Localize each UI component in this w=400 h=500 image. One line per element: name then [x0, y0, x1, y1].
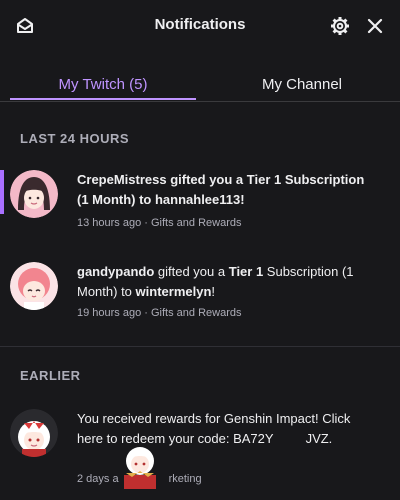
meta-text: 2 days a	[77, 473, 119, 485]
close-icon[interactable]	[363, 14, 387, 38]
gear-icon[interactable]	[328, 14, 352, 38]
avatar	[10, 262, 58, 310]
active-tab-indicator	[10, 98, 196, 100]
sender-name: gandypando	[77, 264, 155, 279]
notification-meta: 19 hours ago · Gifts and Rewards	[77, 307, 242, 319]
section-divider	[0, 346, 400, 347]
sticker-image	[118, 443, 162, 491]
notification-item[interactable]: gandypando gifted you a Tier 1 Subscript…	[0, 262, 400, 326]
notification-item[interactable]: You received rewards for Genshin Impact!…	[0, 409, 400, 500]
avatar	[10, 170, 58, 218]
notification-text: CrepeMistress gifted you a Tier 1 Subscr…	[77, 172, 365, 207]
tab-my-twitch[interactable]: My Twitch (5)	[10, 68, 196, 102]
notification-meta: 13 hours ago · Gifts and Rewards	[77, 217, 242, 229]
notification-text: gandypando gifted you a Tier 1 Subscript…	[77, 262, 377, 302]
meta-text: rketing	[168, 473, 202, 485]
section-label-earlier: EARLIER	[20, 368, 81, 383]
text-segment: JVZ.	[305, 431, 333, 446]
notifications-panel: Notifications My Twitch (5) My Channel L…	[0, 0, 400, 500]
avatar	[10, 409, 58, 457]
notification-item[interactable]: CrepeMistress gifted you a Tier 1 Subscr…	[0, 170, 400, 234]
text-segment: !	[211, 284, 216, 299]
section-label-recent: LAST 24 HOURS	[20, 131, 130, 146]
tab-bar: My Twitch (5) My Channel	[0, 68, 400, 102]
tab-my-channel[interactable]: My Channel	[204, 68, 400, 102]
text-segment: gifted you a	[154, 264, 229, 279]
header: Notifications	[0, 0, 400, 52]
tier-label: Tier 1	[228, 264, 264, 279]
channel-name: wintermelyn	[135, 284, 212, 299]
